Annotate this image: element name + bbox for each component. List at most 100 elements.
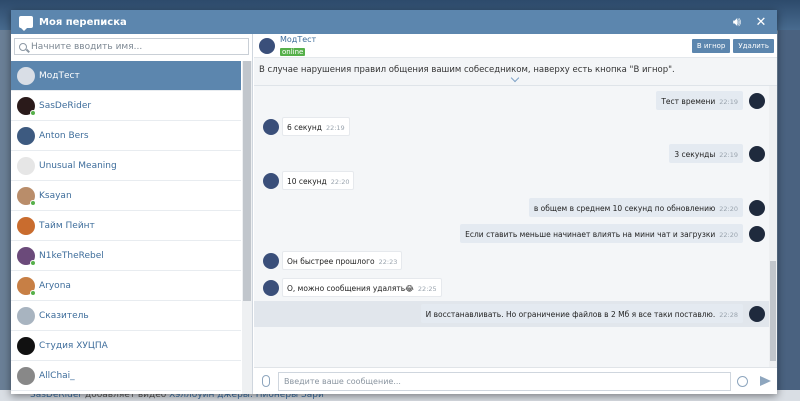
message-row: Тест времени 22:19 [254, 88, 769, 114]
message-text: 3 секунды [674, 150, 716, 160]
contact-search-input[interactable] [31, 41, 231, 52]
contact-item[interactable]: МодТест [11, 61, 241, 91]
message-row: 6 секунд 22:19 [254, 114, 769, 140]
contact-name: Aryona [39, 280, 71, 291]
conversation-header: МодТест online В игнор Удалить [254, 34, 777, 58]
online-dot-icon [30, 259, 36, 266]
avatar [17, 336, 35, 355]
message-row: Он быстрее прошлого 22:23 [254, 248, 769, 274]
search-icon [19, 42, 27, 51]
contacts-scrollbar[interactable] [242, 61, 252, 394]
compose-bar [254, 367, 777, 394]
message-row: 10 секунд 22:20 [254, 168, 769, 194]
avatar[interactable] [749, 226, 765, 243]
message-time: 22:19 [325, 124, 345, 133]
contact-item[interactable]: Сказитель [11, 301, 241, 331]
avatar [17, 156, 35, 175]
message-row: Если ставить меньше начинает влиять на м… [254, 221, 769, 247]
conversation-panel: МодТест online В игнор Удалить В случае … [254, 34, 777, 394]
header-actions: В игнор Удалить [691, 38, 774, 53]
messages-scrollbar[interactable] [769, 86, 777, 367]
avatar[interactable] [749, 146, 765, 163]
contact-name: Unusual Meaning [39, 160, 117, 171]
emoji-icon[interactable] [737, 375, 748, 387]
message-time: 22:20 [719, 231, 738, 240]
message-time: 22:25 [417, 284, 437, 293]
avatar[interactable] [263, 172, 279, 189]
contact-item[interactable]: AllChai_ [11, 361, 241, 391]
message-bubble: Он быстрее прошлого 22:23 [282, 250, 403, 270]
contact-item[interactable]: Ksayan [11, 181, 241, 211]
contact-name: МодТест [39, 70, 80, 81]
contact-item[interactable]: Unusual Meaning [11, 151, 241, 181]
message-text: Если ставить меньше начинает влиять на м… [465, 230, 716, 240]
contact-item[interactable]: SasDeRider [11, 91, 241, 121]
avatar [17, 246, 36, 266]
message-time: 22:20 [330, 177, 350, 186]
message-text: О, можно сообщения удалять😂 [287, 283, 414, 293]
messages-scroll-thumb[interactable] [770, 261, 776, 361]
partner-avatar[interactable] [259, 37, 275, 54]
message-text: 10 секунд [287, 176, 327, 186]
avatar [17, 126, 35, 145]
online-dot-icon [30, 109, 36, 116]
contact-name: Тайм Пейнт [39, 220, 95, 231]
partner-name[interactable]: МодТест [280, 35, 316, 44]
contacts-scroll-thumb[interactable] [243, 61, 251, 301]
contact-name: Сказитель [39, 310, 89, 321]
modal-titlebar: Моя переписка 🔊︎ ✕ [11, 10, 777, 34]
contact-name: Anton Bers [39, 130, 89, 141]
avatar[interactable] [749, 92, 765, 109]
modal-title: Моя переписка [39, 16, 127, 28]
attach-icon[interactable] [262, 375, 270, 387]
avatar[interactable] [263, 119, 279, 136]
message-row: И восстанавливать. Но ограничение файлов… [254, 301, 769, 328]
chat-bubble-icon [19, 16, 33, 31]
message-time: 22:23 [378, 257, 398, 266]
message-row: О, можно сообщения удалять😂 22:25 [254, 275, 769, 301]
message-input[interactable] [278, 371, 731, 391]
partner-info: МодТест online [280, 35, 316, 57]
contact-name: SasDeRider [39, 100, 92, 111]
contact-item[interactable]: Anton Bers [11, 121, 241, 151]
message-bubble: 10 секунд 22:20 [282, 170, 355, 190]
avatar [17, 186, 36, 206]
message-bubble: 6 секунд 22:19 [282, 117, 350, 137]
avatar [17, 96, 36, 116]
avatar [17, 306, 35, 325]
contact-name: N1keTheRebel [39, 250, 104, 261]
online-dot-icon [30, 199, 36, 206]
message-text: Он быстрее прошлого [287, 256, 375, 266]
avatar[interactable] [749, 306, 765, 323]
message-time: 22:20 [719, 204, 738, 213]
contact-item[interactable]: Тайм Пейнт [11, 211, 241, 241]
contacts-panel: МодТест SasDeRider Anton Bers Unusual Meani… [11, 34, 253, 394]
messages-modal: Моя переписка 🔊︎ ✕ МодТест SasDeRider Anto… [11, 10, 777, 394]
avatar [17, 216, 35, 235]
message-bubble: 3 секунды 22:19 [669, 144, 743, 164]
avatar[interactable] [263, 252, 279, 269]
avatar[interactable] [749, 199, 765, 216]
message-time: 22:19 [719, 151, 738, 160]
chevron-down-icon[interactable] [510, 73, 520, 83]
background-right-strip [778, 30, 800, 401]
message-row: в общем в среднем 10 секунд по обновлени… [254, 195, 769, 221]
delete-button[interactable]: Удалить [733, 38, 774, 53]
contact-name: AllChai_ [39, 370, 75, 381]
message-bubble: О, можно сообщения удалять😂 22:25 [282, 277, 442, 297]
avatar[interactable] [263, 279, 279, 296]
avatar [17, 366, 35, 385]
message-text: Тест времени [661, 96, 716, 106]
message-text: И восстанавливать. Но ограничение файлов… [425, 310, 716, 320]
close-icon[interactable]: ✕ [753, 14, 769, 30]
ignore-button[interactable]: В игнор [691, 38, 731, 53]
message-row: 3 секунды 22:19 [254, 141, 769, 167]
online-badge: online [280, 47, 306, 56]
avatar [17, 66, 35, 85]
contact-name: Студия ХУЦПА [39, 340, 108, 351]
contact-item[interactable]: N1keTheRebel [11, 241, 241, 271]
contact-item[interactable]: Aryona [11, 271, 241, 301]
sound-toggle-icon[interactable]: 🔊︎ [729, 14, 745, 30]
send-icon[interactable] [760, 376, 771, 386]
contact-item[interactable]: Студия ХУЦПА [11, 331, 241, 361]
